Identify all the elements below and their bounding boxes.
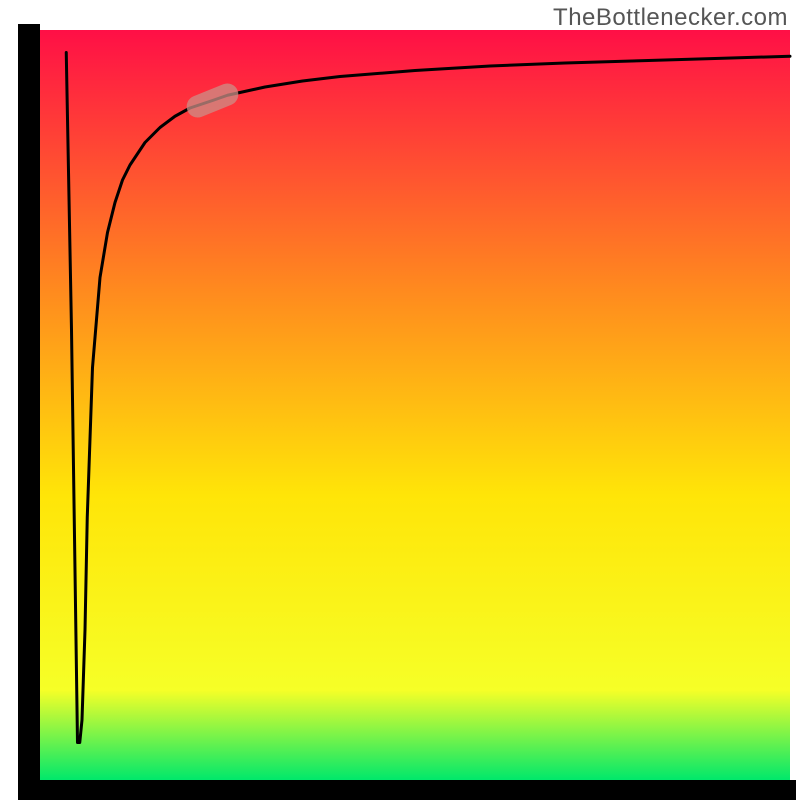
y-axis bbox=[18, 24, 40, 800]
chart-background bbox=[40, 30, 790, 780]
chart-frame: TheBottlenecker.com bbox=[0, 0, 800, 800]
watermark-label: TheBottlenecker.com bbox=[553, 4, 788, 32]
x-axis bbox=[18, 780, 796, 800]
chart-canvas bbox=[0, 0, 800, 800]
